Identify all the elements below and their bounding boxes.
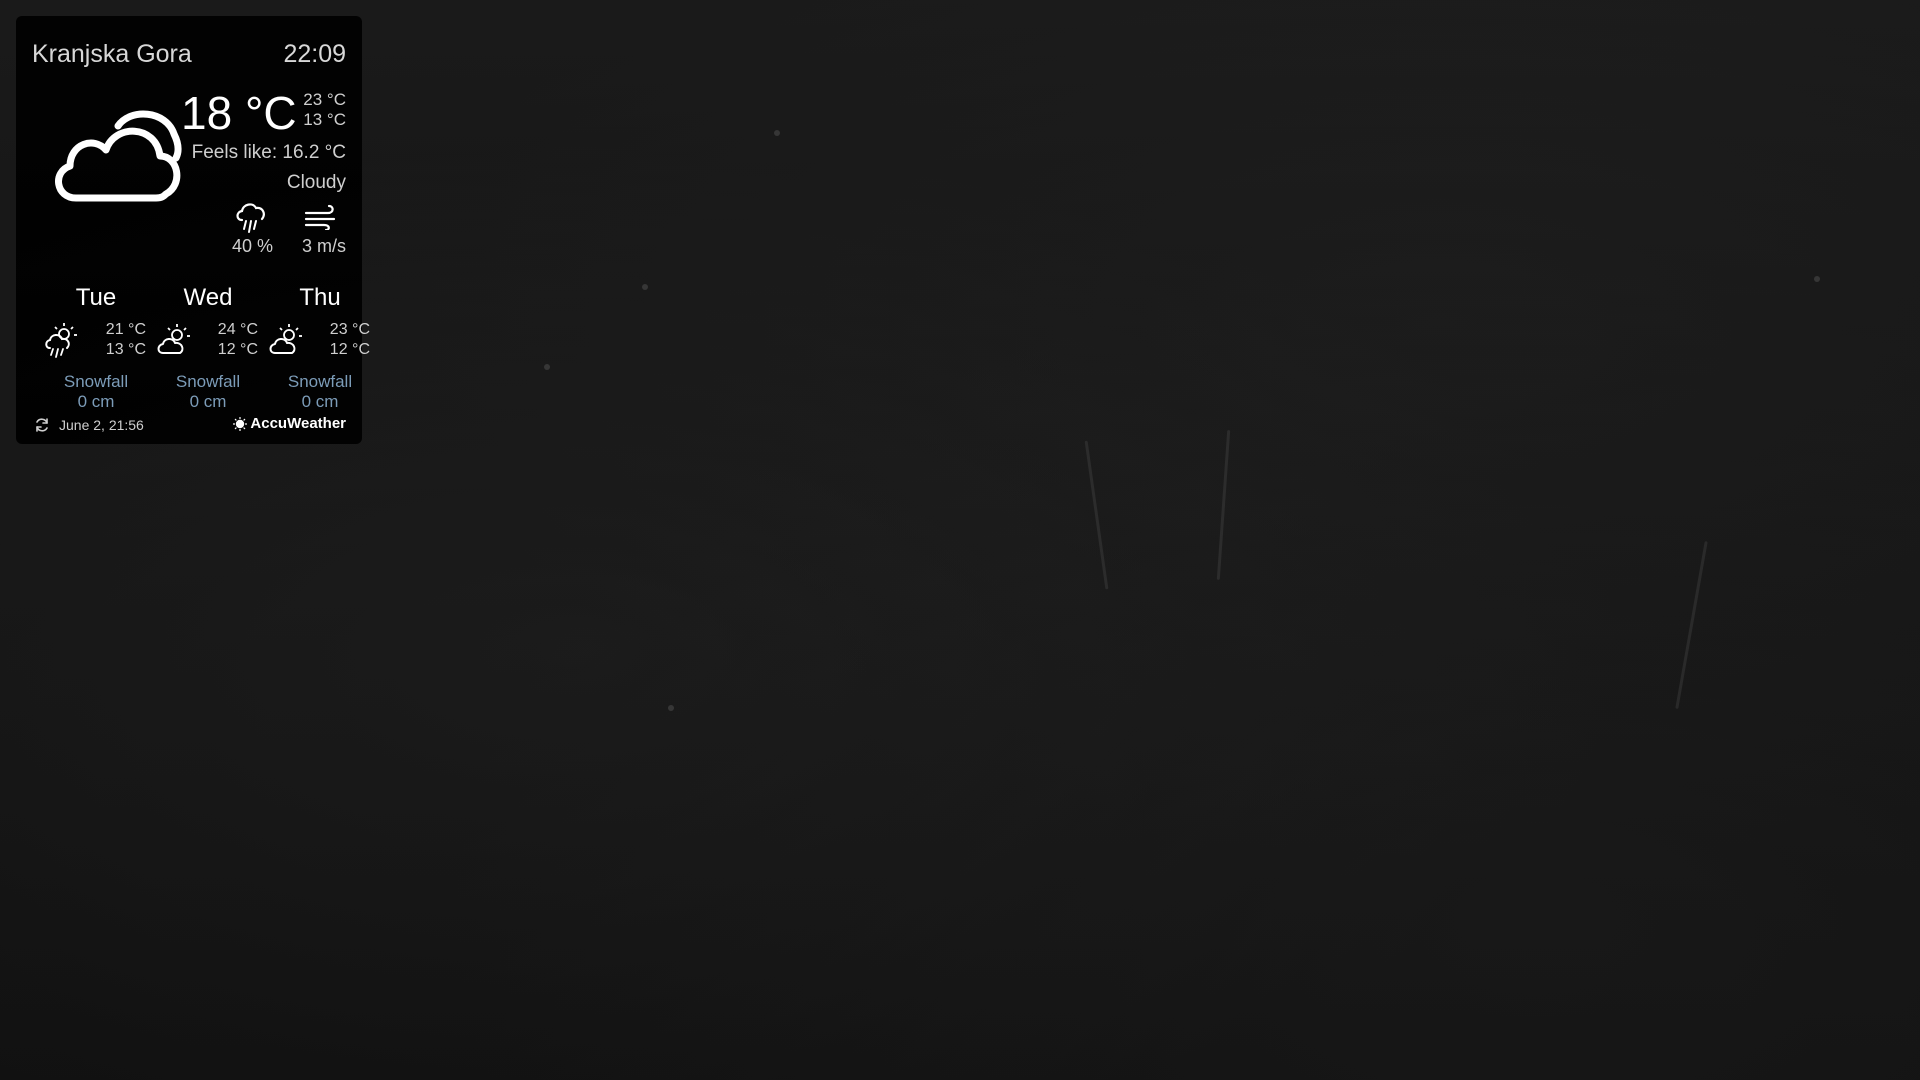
refresh-icon[interactable]: [34, 417, 50, 433]
background-streak: [1216, 430, 1231, 580]
wind-value: 3 m/s: [301, 236, 346, 256]
forecast-low: 13 °C: [105, 341, 146, 358]
background-speck: [774, 130, 780, 136]
background-speck: [1814, 276, 1820, 282]
forecast-high: 24 °C: [217, 321, 258, 338]
background-streak: [1084, 440, 1109, 590]
forecast-day-name: Tue: [75, 284, 117, 311]
forecast-high: 23 °C: [329, 321, 370, 338]
wind-icon: [304, 204, 336, 230]
feels-like: Feels like: 16.2 °C: [191, 142, 346, 163]
current-low: 13 °C: [303, 110, 346, 129]
background-speck: [544, 364, 550, 370]
current-high: 23 °C: [303, 90, 346, 109]
forecast-low: 12 °C: [217, 341, 258, 358]
forecast-snowfall-value: 0 cm: [189, 392, 227, 411]
forecast-high-low: 23 °C 12 °C: [330, 320, 370, 360]
forecast-low: 12 °C: [329, 341, 370, 358]
forecast-high-low: 24 °C 12 °C: [218, 320, 258, 360]
weather-widget: Kranjska Gora 22:09 18 °C 23 °C 13 °C Fe…: [16, 16, 370, 444]
rain-cloud-icon: [236, 203, 265, 233]
provider-name: AccuWeather: [250, 415, 346, 432]
partly-cloudy-icon: [269, 324, 302, 354]
precipitation-value: 40 %: [232, 236, 274, 256]
condition-text: Cloudy: [286, 172, 346, 193]
current-high-low: 23 °C 13 °C: [303, 90, 346, 130]
forecast-day-name: Wed: [183, 284, 233, 311]
forecast-snowfall-value: 0 cm: [301, 392, 339, 411]
location-name: Kranjska Gora: [32, 40, 192, 68]
forecast-snowfall-value: 0 cm: [77, 392, 115, 411]
provider-logo[interactable]: AccuWeather: [233, 415, 346, 432]
sun-rain-cloud-icon: [45, 323, 77, 358]
forecast-high-low: 21 °C 13 °C: [106, 320, 146, 360]
forecast-day-name: Thu: [299, 284, 341, 311]
current-time: 22:09: [283, 40, 346, 68]
current-temperature: 18 °C: [181, 87, 297, 139]
background-streak: [1675, 541, 1708, 709]
background-speck: [668, 705, 674, 711]
forecast-snowfall-label: Snowfall: [63, 372, 129, 391]
sun-icon: [233, 416, 248, 431]
forecast-high: 21 °C: [105, 321, 146, 338]
cloud-icon: [55, 110, 182, 202]
background-speck: [642, 284, 648, 290]
forecast-snowfall-label: Snowfall: [287, 372, 353, 391]
partly-cloudy-icon: [157, 324, 190, 354]
last-updated: June 2, 21:56: [59, 417, 144, 433]
forecast-snowfall-label: Snowfall: [175, 372, 241, 391]
